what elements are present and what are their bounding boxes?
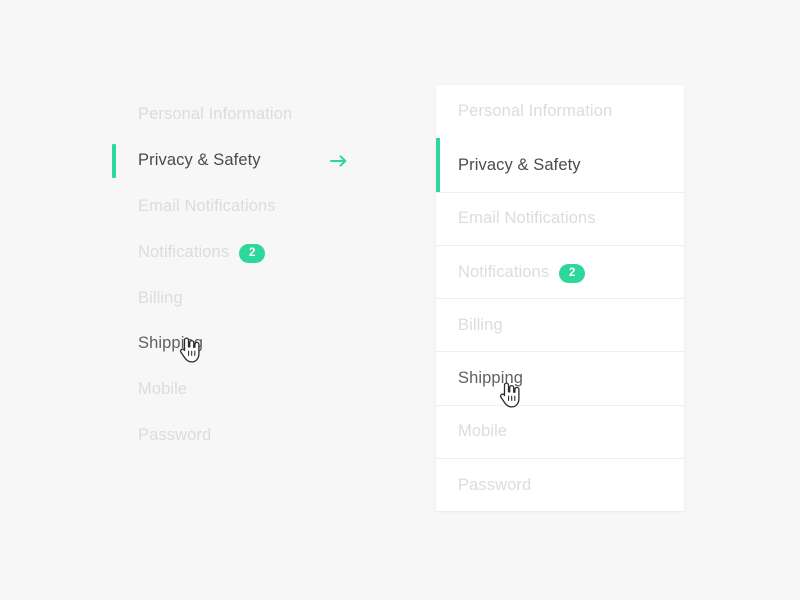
menu-item-billing[interactable]: Billing [112, 275, 382, 321]
menu-item-label: Email Notifications [458, 209, 596, 228]
menu-item-privacy-and-safety[interactable]: Privacy & Safety [436, 138, 684, 192]
settings-menu-card: Personal Information Privacy & Safety Emai… [436, 85, 684, 512]
menu-item-label: Password [458, 475, 532, 494]
menu-item-label: Email Notifications [138, 196, 276, 215]
menu-item-personal-information[interactable]: Personal Information [436, 85, 684, 138]
notification-count-badge: 2 [559, 263, 586, 283]
menu-item-label: Personal Information [138, 105, 293, 124]
menu-item-label: Shipping [138, 334, 204, 353]
menu-item-password[interactable]: Password [436, 458, 684, 511]
menu-item-email-notifications[interactable]: Email Notifications [112, 184, 382, 230]
active-indicator-bar [112, 143, 116, 178]
menu-item-email-notifications[interactable]: Email Notifications [436, 191, 684, 245]
menu-item-label: Notifications [458, 262, 550, 281]
menu-item-notifications[interactable]: Notifications 2 [436, 244, 684, 298]
menu-item-billing[interactable]: Billing [436, 298, 684, 351]
menu-item-password[interactable]: Password [112, 413, 382, 459]
menu-item-mobile[interactable]: Mobile [436, 404, 684, 458]
menu-item-notifications[interactable]: Notifications 2 [112, 229, 382, 275]
menu-item-privacy-and-safety[interactable]: Privacy & Safety [112, 138, 382, 184]
active-indicator-bar [436, 138, 440, 192]
menu-item-mobile[interactable]: Mobile [112, 367, 382, 413]
menu-item-label: Password [138, 425, 212, 444]
menu-item-shipping[interactable]: Shipping [436, 351, 684, 404]
menu-item-label: Billing [138, 288, 183, 307]
menu-item-label: Billing [458, 315, 503, 334]
menu-item-label: Personal Information [458, 102, 613, 121]
menu-item-label: Mobile [458, 422, 508, 441]
menu-item-shipping[interactable]: Shipping [112, 321, 382, 367]
menu-item-label: Privacy & Safety [138, 151, 261, 170]
menu-item-label: Shipping [458, 369, 524, 388]
menu-item-label: Mobile [138, 380, 188, 399]
menu-item-label: Privacy & Safety [458, 155, 581, 174]
menu-item-personal-information[interactable]: Personal Information [112, 92, 382, 138]
arrow-right-icon[interactable] [330, 153, 348, 169]
settings-menu-plain: Personal Information Privacy & Safety Emai… [112, 92, 382, 458]
notification-count-badge: 2 [239, 243, 266, 263]
menu-item-label: Notifications [138, 242, 230, 261]
